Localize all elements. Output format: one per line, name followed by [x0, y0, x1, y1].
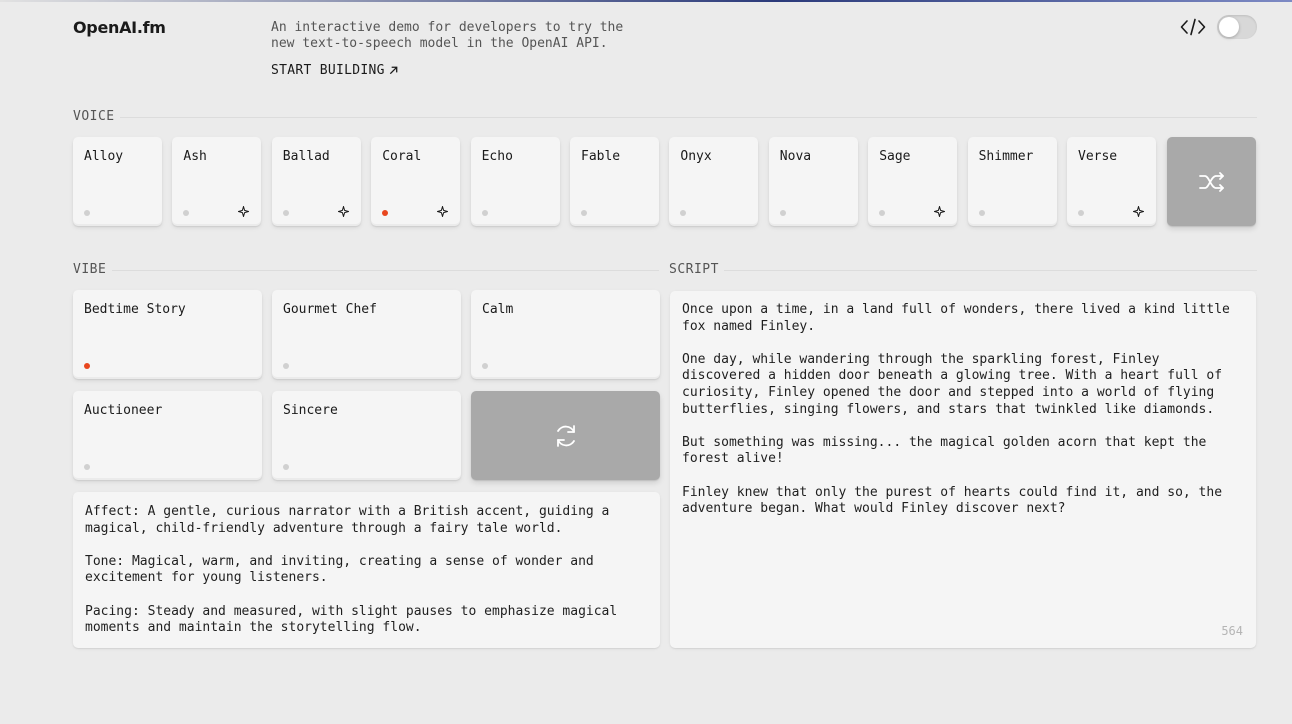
vibe-card-label: Sincere	[283, 403, 338, 418]
vibe-card-label: Auctioneer	[84, 403, 163, 418]
voice-card-label: Alloy	[84, 149, 124, 164]
theme-toggle[interactable]	[1217, 15, 1257, 39]
voice-card-onyx[interactable]: Onyx	[669, 137, 759, 226]
voice-card-label: Ballad	[282, 149, 330, 164]
voice-section-label: VOICE	[73, 109, 115, 124]
voice-card-alloy[interactable]: Alloy	[73, 137, 162, 226]
script-paragraph: Once upon a time, in a land full of wond…	[682, 302, 1238, 334]
voice-card-ash[interactable]: Ash	[172, 137, 262, 226]
voice-card-label: Onyx	[680, 149, 712, 164]
voice-card-nova[interactable]: Nova	[768, 137, 858, 226]
voice-card-sage[interactable]: Sage	[868, 137, 958, 226]
script-paragraph: But something was missing... the magical…	[682, 434, 1215, 467]
vibe-card-auctioneer[interactable]: Auctioneer	[73, 391, 262, 480]
voice-card-label: Sage	[879, 149, 911, 164]
voice-card-fable[interactable]: Fable	[570, 137, 659, 226]
sparkle-icon	[934, 206, 946, 217]
selection-dot	[84, 363, 90, 369]
tagline: An interactive demo for developers to tr…	[271, 20, 624, 51]
selection-dot	[283, 464, 289, 470]
selection-dot	[481, 210, 488, 216]
arrow-up-right-icon	[389, 66, 398, 75]
vibe-card-calm[interactable]: Calm	[471, 290, 660, 379]
vibe-card-gourmet-chef[interactable]: Gourmet Chef	[272, 290, 461, 379]
vibe-card-label: Gourmet Chef	[283, 302, 377, 317]
voice-card-label: Nova	[779, 149, 812, 164]
selection-dot	[1078, 210, 1084, 216]
selection-dot	[84, 464, 90, 470]
voice-card-echo[interactable]: Echo	[470, 137, 560, 226]
selection-dot	[382, 210, 389, 216]
voice-card-label: Verse	[1078, 149, 1118, 164]
start-building-link[interactable]: START BUILDING	[271, 63, 399, 78]
voice-card-verse[interactable]: Verse	[1067, 137, 1156, 226]
voice-card-label: Coral	[382, 149, 422, 164]
selection-dot	[482, 363, 488, 369]
refresh-icon	[556, 424, 575, 447]
script-textarea[interactable]: Once upon a time, in a land full of wond…	[670, 291, 1256, 648]
logo[interactable]: OpenAI.fm	[73, 18, 166, 37]
vibe-description-paragraph: Pacing: Steady and measured, with slight…	[85, 603, 626, 636]
selection-dot	[283, 363, 289, 369]
voice-card-label: Ash	[183, 149, 207, 164]
selection-dot	[282, 210, 289, 216]
selection-dot	[581, 210, 587, 216]
toggle-knob	[1219, 17, 1239, 37]
voice-card-ballad[interactable]: Ballad	[271, 137, 361, 226]
vibe-divider	[112, 270, 659, 271]
selection-dot	[779, 210, 786, 216]
voice-card-label: Shimmer	[978, 149, 1034, 164]
vibe-card-label: Calm	[482, 302, 514, 317]
vibe-description-textarea[interactable]: Affect: A gentle, curious narrator with …	[73, 492, 660, 648]
character-count: 564	[1221, 624, 1243, 638]
start-building-label: START BUILDING	[271, 63, 385, 78]
voice-card-shimmer[interactable]: Shimmer	[967, 137, 1057, 226]
sparkle-icon	[337, 206, 349, 217]
vibe-card-sincere[interactable]: Sincere	[272, 391, 461, 480]
voice-card-label: Echo	[481, 149, 513, 164]
selection-dot	[84, 210, 90, 216]
shuffle-icon	[1198, 171, 1224, 192]
selection-dot	[879, 210, 886, 216]
selection-dot	[680, 210, 687, 216]
vibe-section-label: VIBE	[73, 262, 107, 277]
top-accent-line	[0, 0, 1292, 2]
vibe-description-paragraph: Affect: A gentle, curious narrator with …	[85, 504, 618, 536]
vibe-description-paragraph: Tone: Magical, warm, and inviting, creat…	[85, 553, 602, 586]
vibe-card-label: Bedtime Story	[84, 302, 186, 317]
sparkle-icon	[1133, 206, 1144, 217]
refresh-vibe-button[interactable]	[471, 391, 660, 480]
code-icon[interactable]	[1180, 18, 1206, 36]
script-paragraph: Finley knew that only the purest of hear…	[682, 484, 1230, 517]
script-section-label: SCRIPT	[669, 262, 719, 277]
script-divider	[724, 270, 1257, 271]
shuffle-voice-button[interactable]	[1167, 137, 1256, 226]
selection-dot	[183, 210, 190, 216]
sparkle-icon	[238, 206, 250, 217]
voice-divider	[120, 117, 1257, 118]
selection-dot	[978, 210, 985, 216]
script-paragraph: One day, while wandering through the spa…	[682, 351, 1230, 417]
vibe-card-bedtime-story[interactable]: Bedtime Story	[73, 290, 262, 379]
voice-card-coral[interactable]: Coral	[371, 137, 461, 226]
voice-card-label: Fable	[581, 149, 621, 164]
sparkle-icon	[437, 206, 449, 217]
